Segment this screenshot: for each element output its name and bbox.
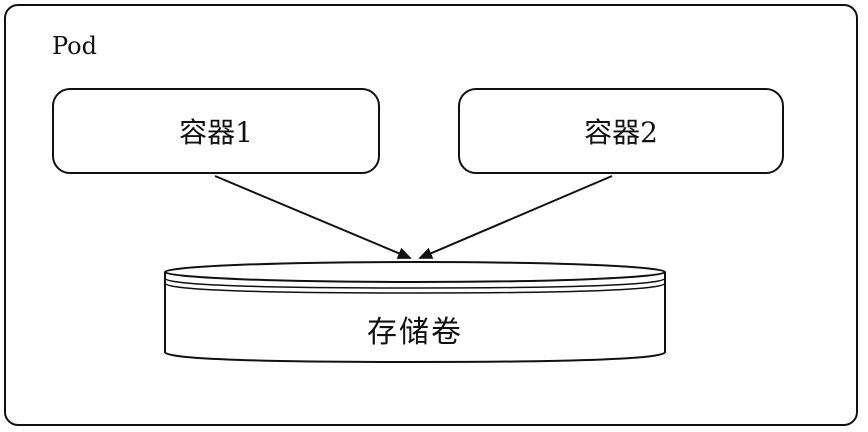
container-1-label: 容器1 — [179, 116, 253, 149]
container-2-box[interactable]: 容器2 — [458, 88, 784, 174]
container-1-box[interactable]: 容器1 — [52, 88, 380, 174]
storage-volume-label: 存储卷 — [367, 315, 463, 350]
pod-frame — [4, 4, 858, 426]
container-2-label: 容器2 — [584, 116, 658, 149]
pod-label: Pod — [52, 32, 97, 60]
